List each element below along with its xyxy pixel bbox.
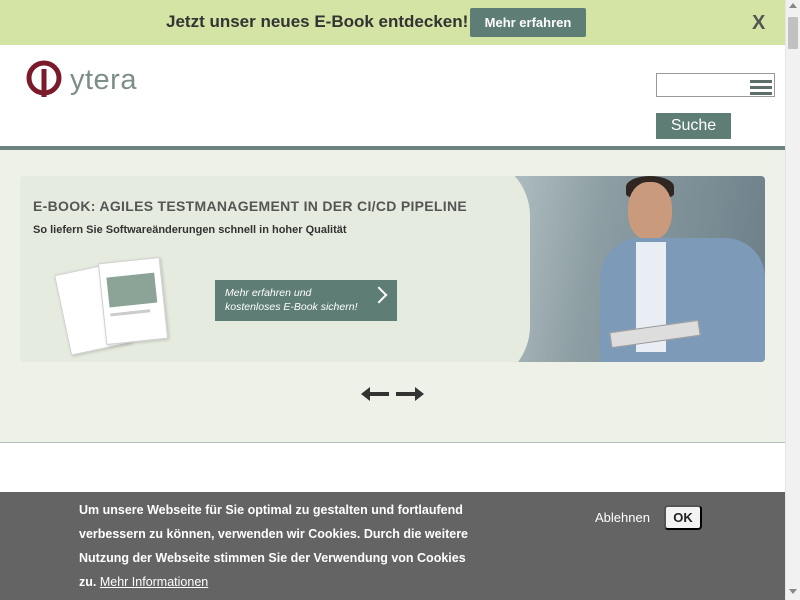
promo-bar: Jetzt unser neues E-Book entdecken! Mehr… (0, 0, 785, 45)
promo-close-button[interactable]: X (752, 12, 765, 35)
cookie-more-info-link[interactable]: Mehr Informationen (100, 575, 208, 589)
logo[interactable]: ytera (26, 59, 136, 99)
scroll-thumb[interactable] (788, 17, 798, 49)
banner-cta-button[interactable]: Mehr erfahren und kostenloses E-Book sic… (215, 280, 397, 321)
promo-more-button[interactable]: Mehr erfahren (470, 8, 586, 37)
page-scrollbar[interactable] (785, 0, 800, 600)
banner-subtitle: So liefern Sie Softwareänderungen schnel… (33, 224, 347, 236)
cookie-text-block: Um unsere Webseite für Sie optimal zu ge… (79, 498, 469, 594)
search-button[interactable]: Suche (656, 113, 731, 139)
ebook-cover-front (97, 256, 169, 346)
slider-next-arrow-icon[interactable] (396, 385, 424, 403)
cookie-banner: Um unsere Webseite für Sie optimal zu ge… (0, 492, 785, 600)
banner-title: E-BOOK: AGILES TESTMANAGEMENT IN DER CI/… (33, 198, 468, 214)
site-header: ytera Suche (0, 45, 785, 146)
slider-area: E-BOOK: AGILES TESTMANAGEMENT IN DER CI/… (0, 150, 785, 443)
banner-cta-line2: kostenloses E-Book sichern! (225, 301, 358, 313)
person-head (628, 182, 672, 240)
hamburger-menu-icon[interactable] (750, 80, 772, 96)
ebook-banner[interactable]: E-BOOK: AGILES TESTMANAGEMENT IN DER CI/… (20, 176, 765, 362)
promo-text: Jetzt unser neues E-Book entdecken! (166, 12, 469, 31)
logo-text: ytera (70, 64, 137, 96)
logo-mark-icon (26, 60, 62, 97)
scroll-up-arrow-icon[interactable] (789, 3, 797, 8)
cookie-accept-button[interactable]: OK (664, 505, 702, 530)
slider-prev-arrow-icon[interactable] (361, 385, 389, 403)
scroll-down-arrow-icon[interactable] (789, 589, 797, 594)
cookie-decline-button[interactable]: Ablehnen (595, 510, 650, 525)
